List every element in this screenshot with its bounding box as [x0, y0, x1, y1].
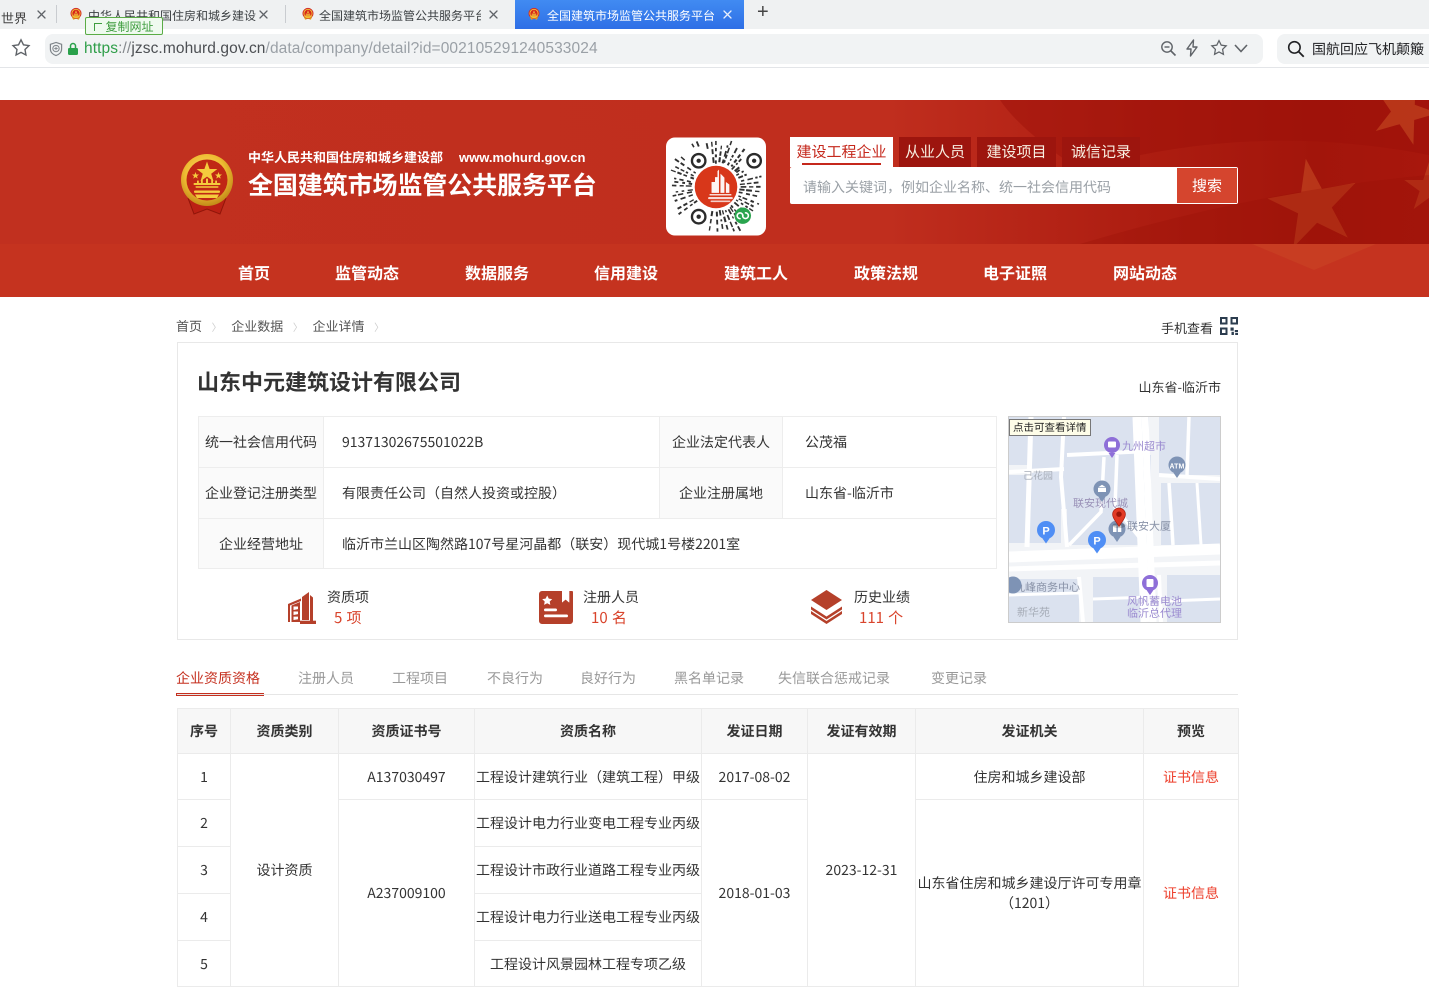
svg-text:新华苑: 新华苑: [1017, 604, 1050, 620]
svg-text:联安大厦: 联安大厦: [1127, 518, 1171, 534]
svg-text:己花园: 己花园: [1023, 467, 1053, 482]
svg-text:临沂总代理: 临沂总代理: [1127, 605, 1182, 621]
svg-text:P: P: [1042, 523, 1049, 539]
svg-text:ATM: ATM: [1169, 462, 1185, 472]
svg-text:九峰商务中心: 九峰商务中心: [1014, 579, 1080, 595]
svg-text:P: P: [1093, 533, 1100, 549]
svg-text:九州超市: 九州超市: [1122, 438, 1166, 454]
